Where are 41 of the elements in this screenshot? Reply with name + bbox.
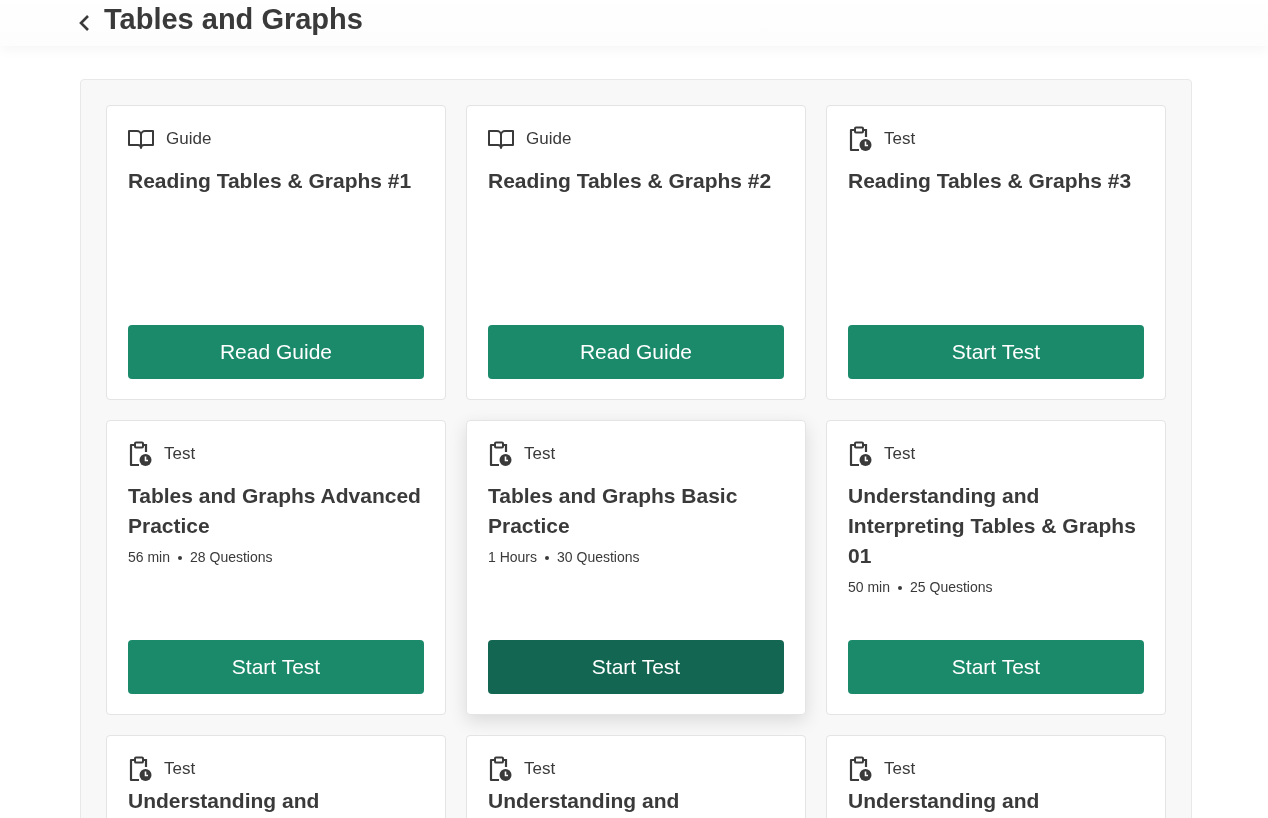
- card-meta: 30 Questions: [557, 548, 640, 567]
- card-title: Understanding and Interpreting Tables & Graphs 01: [848, 483, 1137, 569]
- card-meta: 50 min: [848, 578, 891, 597]
- card-action-button[interactable]: Start Test: [488, 640, 784, 694]
- card-title: Understanding and: [848, 790, 1041, 812]
- card-meta: 28 Questions: [190, 548, 273, 567]
- back-chevron-icon[interactable]: [78, 14, 90, 32]
- card-type-label: Test: [524, 758, 556, 781]
- page-title: Tables and Graphs: [104, 2, 363, 38]
- clipboard-clock-icon: [128, 756, 152, 782]
- card-meta: 56 min: [128, 548, 171, 567]
- card-action-button[interactable]: Read Guide: [128, 325, 424, 379]
- card-type-label: Guide: [526, 128, 572, 151]
- card-type-label: Test: [884, 128, 916, 151]
- card-type-label: Test: [884, 443, 916, 466]
- card-meta: 25 Questions: [910, 578, 993, 597]
- card-type-label: Test: [884, 758, 916, 781]
- card-action-button[interactable]: Start Test: [848, 640, 1144, 694]
- clipboard-clock-icon: [488, 441, 512, 467]
- card-type-label: Test: [524, 443, 556, 466]
- card-type-label: Test: [164, 758, 196, 781]
- card-title: Tables and Graphs Advanced Practice: [128, 483, 422, 539]
- card-action-button[interactable]: Read Guide: [488, 325, 784, 379]
- card-action-button[interactable]: Start Test: [128, 640, 424, 694]
- card-meta: 1 Hours: [488, 548, 538, 567]
- card-title: Tables and Graphs Basic Practice: [488, 483, 739, 539]
- card-title: Reading Tables & Graphs #1: [128, 168, 413, 194]
- card-type-label: Guide: [166, 128, 212, 151]
- card-action-button[interactable]: Start Test: [848, 325, 1144, 379]
- book-icon: [488, 128, 514, 150]
- card-title: Reading Tables & Graphs #3: [848, 168, 1133, 194]
- card-type-label: Test: [164, 443, 196, 466]
- card-title: Understanding and: [488, 790, 681, 812]
- clipboard-clock-icon: [848, 126, 872, 152]
- clipboard-clock-icon: [848, 756, 872, 782]
- clipboard-clock-icon: [488, 756, 512, 782]
- book-icon: [128, 128, 154, 150]
- card-title: Reading Tables & Graphs #2: [488, 168, 773, 194]
- card-title: Understanding and: [128, 790, 321, 812]
- clipboard-clock-icon: [848, 441, 872, 467]
- clipboard-clock-icon: [128, 441, 152, 467]
